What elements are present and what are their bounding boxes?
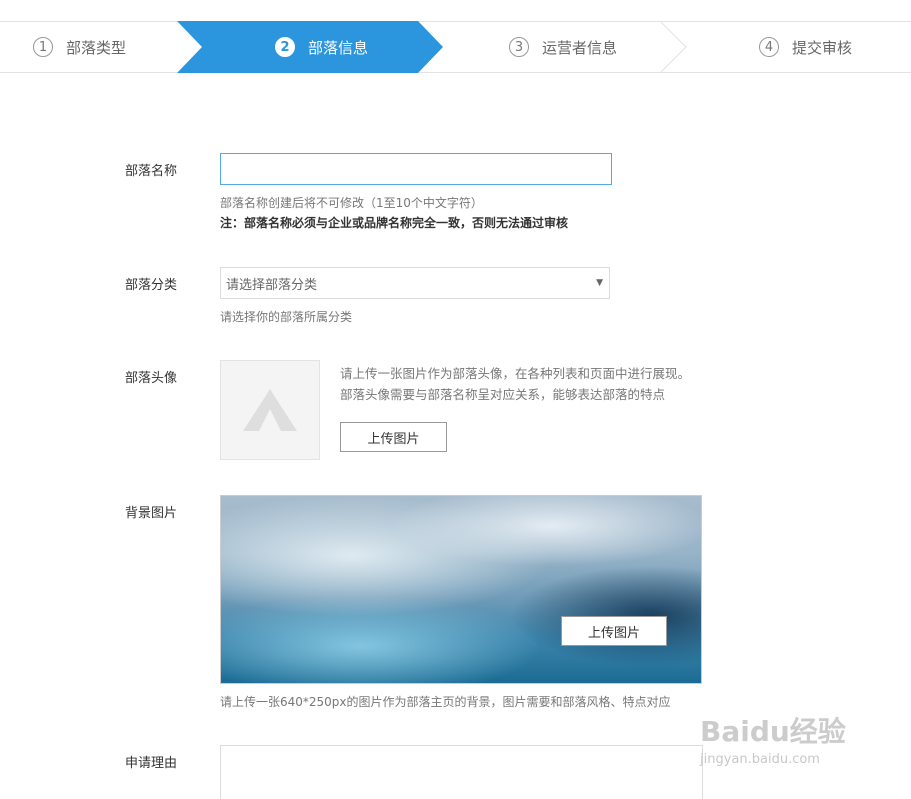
watermark: Baidu经验 jingyan.baidu.com xyxy=(700,710,846,767)
chevron-down-icon: ▼ xyxy=(596,278,603,288)
select-placeholder: 请选择部落分类 xyxy=(226,277,318,293)
avatar-placeholder[interactable] xyxy=(220,360,320,460)
tribe-avatar-label: 部落头像 xyxy=(125,371,178,386)
step-4: 4 提交审核 xyxy=(759,22,852,72)
tribe-category-label: 部落分类 xyxy=(125,278,178,293)
step-label: 运营者信息 xyxy=(542,38,618,57)
avatar-desc-line1: 请上传一张图片作为部落头像，在各种列表和页面中进行展现。 xyxy=(340,366,691,381)
watermark-url: jingyan.baidu.com xyxy=(700,752,820,767)
step-2: 2 部落信息 xyxy=(275,22,368,72)
progress-stepper: 1 部落类型 2 部落信息 3 运营者信息 4 提交审核 xyxy=(0,21,911,73)
step-label: 提交审核 xyxy=(792,38,853,57)
upload-avatar-button[interactable]: 上传图片 xyxy=(340,422,447,452)
step-number: 2 xyxy=(275,37,295,57)
watermark-brand: Baidu经验 xyxy=(700,715,846,748)
tribe-name-note: 注：部落名称必须与企业或品牌名称完全一致，否则无法通过审核 xyxy=(220,216,569,230)
background-image-hint: 请上传一张640*250px的图片作为部落主页的背景，图片需要和部落风格、特点对… xyxy=(220,695,671,709)
step-label: 部落信息 xyxy=(308,38,369,57)
tribe-name-input[interactable] xyxy=(220,153,612,185)
step-3: 3 运营者信息 xyxy=(509,22,617,72)
apply-reason-label: 申请理由 xyxy=(125,756,178,771)
avatar-desc-line2: 部落头像需要与部落名称呈对应关系，能够表达部落的特点 xyxy=(340,387,666,402)
tribe-name-label: 部落名称 xyxy=(125,164,178,179)
tribe-name-hint: 部落名称创建后将不可修改（1至10个中文字符） xyxy=(220,196,483,210)
step-number: 3 xyxy=(509,37,529,57)
upload-background-button[interactable]: 上传图片 xyxy=(561,616,667,646)
tribe-category-select[interactable]: 请选择部落分类 ▼ xyxy=(220,267,610,299)
apply-reason-textarea[interactable] xyxy=(220,745,703,799)
background-image-label: 背景图片 xyxy=(125,506,178,521)
step-number: 4 xyxy=(759,37,779,57)
tribe-category-hint: 请选择你的部落所属分类 xyxy=(220,310,353,324)
tent-icon xyxy=(243,389,297,431)
step-1: 1 部落类型 xyxy=(33,22,126,72)
background-image-preview: 上传图片 xyxy=(220,495,702,684)
step-label: 部落类型 xyxy=(66,38,127,57)
step-divider xyxy=(659,21,687,73)
step-number: 1 xyxy=(33,37,53,57)
